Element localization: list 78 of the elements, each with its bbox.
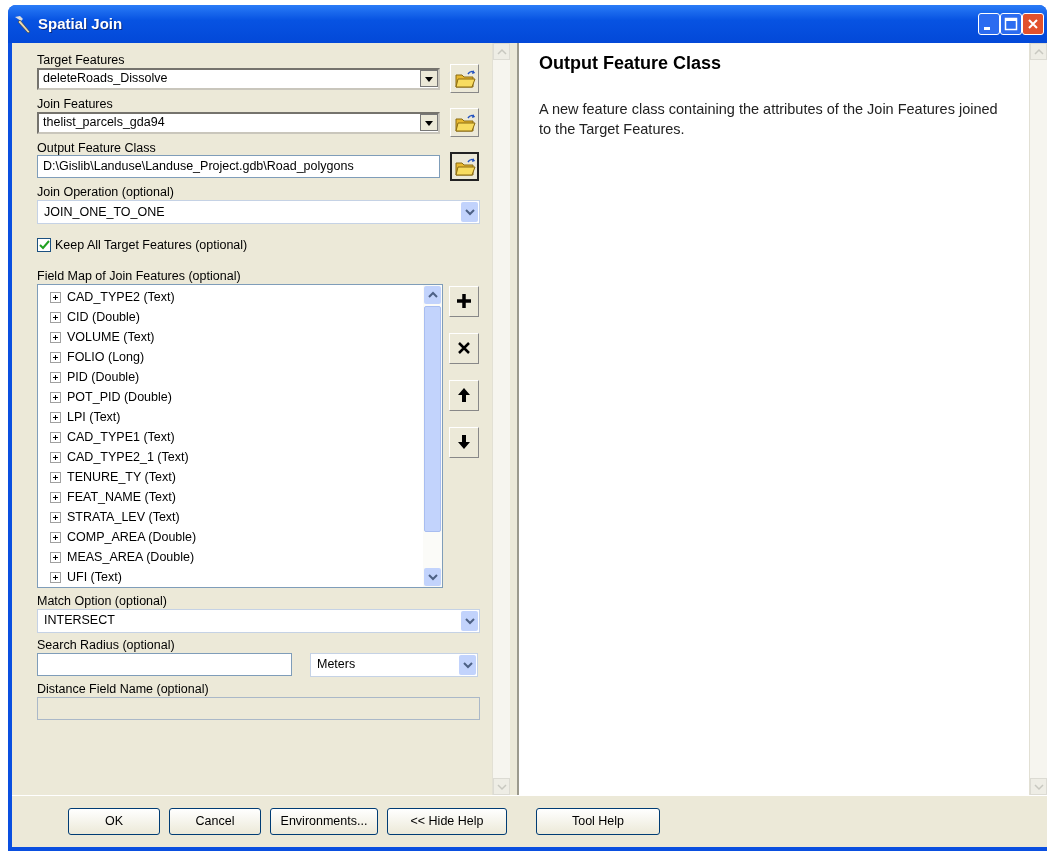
unit-select[interactable]: Meters — [310, 652, 478, 677]
close-button[interactable] — [1022, 13, 1044, 35]
tree-item[interactable]: UFI (Text) — [50, 567, 122, 588]
down-chevron-icon — [427, 572, 438, 581]
expand-icon[interactable] — [50, 552, 61, 564]
check-icon — [38, 239, 50, 251]
tree-item[interactable]: CAD_TYPE1 (Text) — [50, 427, 175, 448]
minimize-icon — [984, 27, 990, 30]
tree-item[interactable]: CAD_TYPE2_1 (Text) — [50, 447, 189, 468]
expand-icon[interactable] — [50, 452, 61, 464]
down-chevron-icon — [496, 782, 507, 791]
tree-item[interactable]: COMP_AREA (Double) — [50, 527, 197, 548]
tree-item[interactable]: FOLIO (Long) — [50, 347, 145, 368]
help-title: Output Feature Class — [539, 53, 723, 75]
expand-icon[interactable] — [50, 352, 61, 364]
plus-icon — [455, 292, 473, 311]
dialog-button[interactable]: << Hide Help — [387, 808, 507, 835]
move-up-button[interactable] — [449, 379, 479, 411]
tree-item[interactable]: MEAS_AREA (Double) — [50, 547, 195, 568]
combo-box[interactable]: deleteRoads_Dissolve — [37, 67, 440, 90]
expand-icon[interactable] — [50, 332, 61, 344]
field-label: Output Feature Class — [37, 141, 157, 155]
browse-button[interactable] — [450, 152, 479, 181]
window-title: Spatial Join — [38, 13, 123, 34]
scroll-down-button[interactable] — [424, 567, 441, 586]
expand-icon[interactable] — [50, 372, 61, 384]
scrollbar-thumb[interactable] — [424, 305, 441, 532]
field-label: Search Radius (optional) — [37, 637, 176, 652]
checkbox-label: Keep All Target Features (optional) — [55, 237, 248, 254]
select-field[interactable]: INTERSECT — [37, 608, 480, 633]
path-field[interactable]: D:\Gislib\Landuse\Landuse_Project.gdb\Road_polygons — [37, 155, 440, 178]
expand-icon[interactable] — [50, 432, 61, 444]
tree-item[interactable]: FEAT_NAME (Text) — [50, 487, 176, 508]
select-field[interactable]: JOIN_ONE_TO_ONE — [37, 200, 480, 224]
dialog-button[interactable]: Cancel — [169, 808, 261, 835]
field-label: Target Features — [37, 53, 126, 67]
tree-item[interactable]: STRATA_LEV (Text) — [50, 507, 180, 528]
add-button[interactable] — [449, 285, 479, 317]
expand-icon[interactable] — [50, 532, 61, 544]
field-label: Join Features — [37, 97, 114, 111]
close-icon — [1027, 18, 1039, 30]
move-down-button[interactable] — [449, 426, 479, 458]
combo-box[interactable]: thelist_parcels_gda94 — [37, 111, 440, 134]
minimize-button[interactable] — [978, 13, 1000, 35]
field-label: Join Operation (optional) — [37, 185, 175, 199]
expand-icon[interactable] — [50, 492, 61, 504]
down-chevron-icon — [1033, 782, 1044, 791]
expand-icon[interactable] — [50, 292, 61, 304]
up-chevron-icon — [427, 290, 438, 299]
expand-icon[interactable] — [50, 412, 61, 424]
checkbox-box[interactable] — [37, 238, 51, 253]
dialog-button[interactable]: OK — [68, 808, 160, 835]
expand-icon[interactable] — [50, 392, 61, 404]
input-field[interactable] — [37, 652, 292, 676]
field-label: Field Map of Join Features (optional) — [37, 268, 242, 283]
up-chevron-icon — [496, 47, 507, 56]
tree-item[interactable]: CAD_TYPE2 (Text) — [50, 287, 175, 308]
maximize-icon — [1004, 17, 1018, 31]
field-label: Distance Field Name (optional) — [37, 681, 210, 696]
maximize-button[interactable] — [1000, 13, 1022, 35]
tree-item[interactable]: TENURE_TY (Text) — [50, 467, 176, 488]
tree-item[interactable]: POT_PID (Double) — [50, 387, 172, 408]
tree-item[interactable]: CID (Double) — [50, 307, 140, 328]
scroll-up-button[interactable] — [424, 285, 441, 304]
up-arrow-icon — [455, 386, 473, 405]
expand-icon[interactable] — [50, 472, 61, 484]
tree-item[interactable]: VOLUME (Text) — [50, 327, 155, 348]
expand-icon[interactable] — [50, 312, 61, 324]
dialog-button[interactable]: Tool Help — [536, 808, 660, 835]
expand-icon[interactable] — [50, 512, 61, 524]
delete-button[interactable] — [449, 332, 479, 364]
dialog-button[interactable]: Environments... — [270, 808, 378, 835]
tree-item[interactable]: PID (Double) — [50, 367, 140, 388]
help-text: A new feature class containing the attributes of the Join Features joined to the Target Features. — [539, 99, 999, 139]
expand-icon[interactable] — [50, 572, 61, 584]
up-chevron-icon — [1033, 47, 1044, 56]
tree-item[interactable]: LPI (Text) — [50, 407, 121, 428]
field-label: Match Option (optional) — [37, 593, 168, 608]
